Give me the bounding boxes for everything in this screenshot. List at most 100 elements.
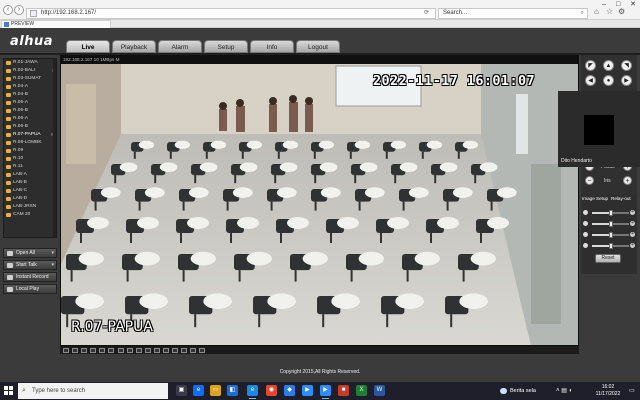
saturation-slider[interactable]: +: [582, 231, 636, 239]
slider-knob[interactable]: [608, 210, 613, 216]
plus-icon[interactable]: +: [630, 243, 635, 248]
ptz-right-icon[interactable]: ▶: [621, 75, 632, 86]
zoom-icon[interactable]: [136, 348, 142, 353]
slider-knob[interactable]: [608, 221, 613, 227]
app-icon[interactable]: ◆: [284, 385, 295, 396]
instant-record-button[interactable]: Instant Record: [3, 272, 57, 282]
excel-icon[interactable]: X: [356, 385, 367, 396]
channel-item[interactable]: R.11: [4, 163, 56, 171]
volume-icon[interactable]: ◖: [569, 388, 573, 394]
tab-alarm[interactable]: Alarm: [158, 40, 202, 53]
notification-icon[interactable]: ▭: [629, 387, 635, 394]
plus-icon[interactable]: +: [630, 221, 635, 226]
close-video-icon[interactable]: [199, 348, 205, 353]
tab-logout[interactable]: Logout: [296, 40, 340, 53]
ptz-up-right-icon[interactable]: ◥: [621, 60, 632, 71]
slider-knob[interactable]: [608, 232, 613, 238]
news-widget[interactable]: Berita sela: [500, 386, 536, 396]
channel-item[interactable]: R.03-SUMAT: [4, 75, 56, 83]
contrast-slider[interactable]: +: [582, 220, 636, 228]
reset-button[interactable]: Reset: [595, 254, 621, 263]
system-tray[interactable]: ˄ ▤ ◖: [556, 387, 572, 394]
tab-live[interactable]: Live: [66, 40, 110, 53]
maximize-button[interactable]: □: [616, 1, 620, 8]
iris-plus-icon[interactable]: +: [623, 176, 632, 185]
file-explorer-icon[interactable]: ▭: [210, 385, 221, 396]
channel-item[interactable]: LAB-B: [4, 179, 56, 187]
windows-start-icon[interactable]: [4, 386, 14, 396]
chrome-icon[interactable]: ◉: [266, 385, 277, 396]
record-icon[interactable]: [127, 348, 133, 353]
tab-info[interactable]: Info: [250, 40, 294, 53]
internet-explorer-icon[interactable]: e: [247, 385, 258, 399]
channel-item[interactable]: R.05-B: [4, 107, 56, 115]
clock[interactable]: 16:02 11/17/2022: [591, 384, 625, 398]
layout-4-icon[interactable]: [72, 348, 78, 353]
ptz-left-icon[interactable]: ◀: [585, 75, 596, 86]
channel-item[interactable]: LAB-JRSN: [4, 203, 56, 211]
tab-setup[interactable]: Setup: [204, 40, 248, 53]
local-play-button[interactable]: Local Play: [3, 284, 57, 294]
browser-tab-preview[interactable]: PREVIEW: [1, 20, 111, 28]
iris-minus-icon[interactable]: −: [585, 176, 594, 185]
channel-item[interactable]: R.04-A: [4, 83, 56, 91]
taskbar-search-input[interactable]: ⌕ Type here to search: [18, 383, 168, 399]
channel-item[interactable]: R.06-A: [4, 115, 56, 123]
chevron-down-icon[interactable]: ▾: [51, 249, 54, 258]
brightness-slider[interactable]: +: [582, 209, 636, 217]
favorites-icon[interactable]: ☆: [606, 7, 613, 16]
mic-icon[interactable]: [154, 348, 160, 353]
layout-9-icon[interactable]: [90, 348, 96, 353]
back-icon[interactable]: ‹: [3, 5, 13, 15]
layout-8-icon[interactable]: [81, 348, 87, 353]
chevron-up-icon[interactable]: ˄: [556, 388, 560, 394]
hue-slider[interactable]: +: [582, 242, 636, 250]
network-icon[interactable]: ▤: [561, 388, 567, 394]
address-bar[interactable]: http://192.168.2.167/: [26, 8, 436, 19]
zoom-meeting-icon[interactable]: ▶: [302, 385, 313, 396]
channel-item[interactable]: R.01-JAWA: [4, 59, 56, 67]
browser-search-input[interactable]: Search... ⌕: [438, 8, 588, 19]
open-all-button[interactable]: Open All ▾: [3, 248, 57, 258]
channel-item[interactable]: LAB-A: [4, 171, 56, 179]
sync-icon[interactable]: [172, 348, 178, 353]
channel-item[interactable]: R.08-LOMBK: [4, 139, 56, 147]
channel-item[interactable]: R.02-BALIS: [4, 67, 56, 75]
camera-feed[interactable]: 2022-11-17 16:01:07 R.07-PAPUA: [61, 64, 578, 346]
task-view-icon[interactable]: ▣: [176, 385, 187, 396]
channel-item[interactable]: R.09: [4, 147, 56, 155]
channel-item[interactable]: CAM 20: [4, 211, 56, 219]
meeting-participant-tile[interactable]: Dito Hendarto: [558, 91, 640, 167]
channel-item[interactable]: R.10: [4, 155, 56, 163]
minimize-button[interactable]: –: [602, 1, 606, 8]
home-icon[interactable]: ⌂: [594, 7, 599, 16]
forward-icon[interactable]: ›: [14, 5, 24, 15]
channel-item[interactable]: LAB-C: [4, 187, 56, 195]
start-talk-button[interactable]: Start Talk ▾: [3, 260, 57, 270]
plus-icon[interactable]: +: [630, 232, 635, 237]
close-button[interactable]: ✕: [630, 1, 636, 8]
channel-item[interactable]: R.04-B: [4, 91, 56, 99]
audio-icon[interactable]: [145, 348, 151, 353]
prev-page-icon[interactable]: [181, 348, 187, 353]
channel-item[interactable]: R.05-A: [4, 99, 56, 107]
search-icon[interactable]: ⌕: [581, 9, 584, 18]
tab-playback[interactable]: Playback: [112, 40, 156, 53]
ptz-center-icon[interactable]: ●: [603, 75, 614, 86]
slider-knob[interactable]: [608, 243, 613, 249]
app-red-icon[interactable]: ■: [338, 385, 349, 396]
channel-item[interactable]: R.06-B: [4, 123, 56, 131]
zoom-video-icon[interactable]: ▶: [320, 385, 331, 399]
tab-relay-out[interactable]: Relay-out: [611, 194, 631, 203]
store-icon[interactable]: ◧: [227, 385, 238, 396]
live-video-window[interactable]: 192.168.2.167 10 1MBps M 2022-11-17 16:0…: [60, 55, 579, 347]
settings-gear-icon[interactable]: ⚙: [618, 7, 625, 16]
channel-list-scrollbar[interactable]: [53, 59, 56, 237]
edge-icon[interactable]: e: [193, 385, 204, 396]
refresh-icon[interactable]: ⟳: [424, 8, 429, 19]
layout-16-icon[interactable]: [99, 348, 105, 353]
fullscreen-icon[interactable]: [108, 348, 114, 353]
tab-image-setup[interactable]: Image Setup: [582, 194, 608, 203]
snapshot-icon[interactable]: [118, 348, 124, 353]
layout-1-icon[interactable]: [63, 348, 69, 353]
